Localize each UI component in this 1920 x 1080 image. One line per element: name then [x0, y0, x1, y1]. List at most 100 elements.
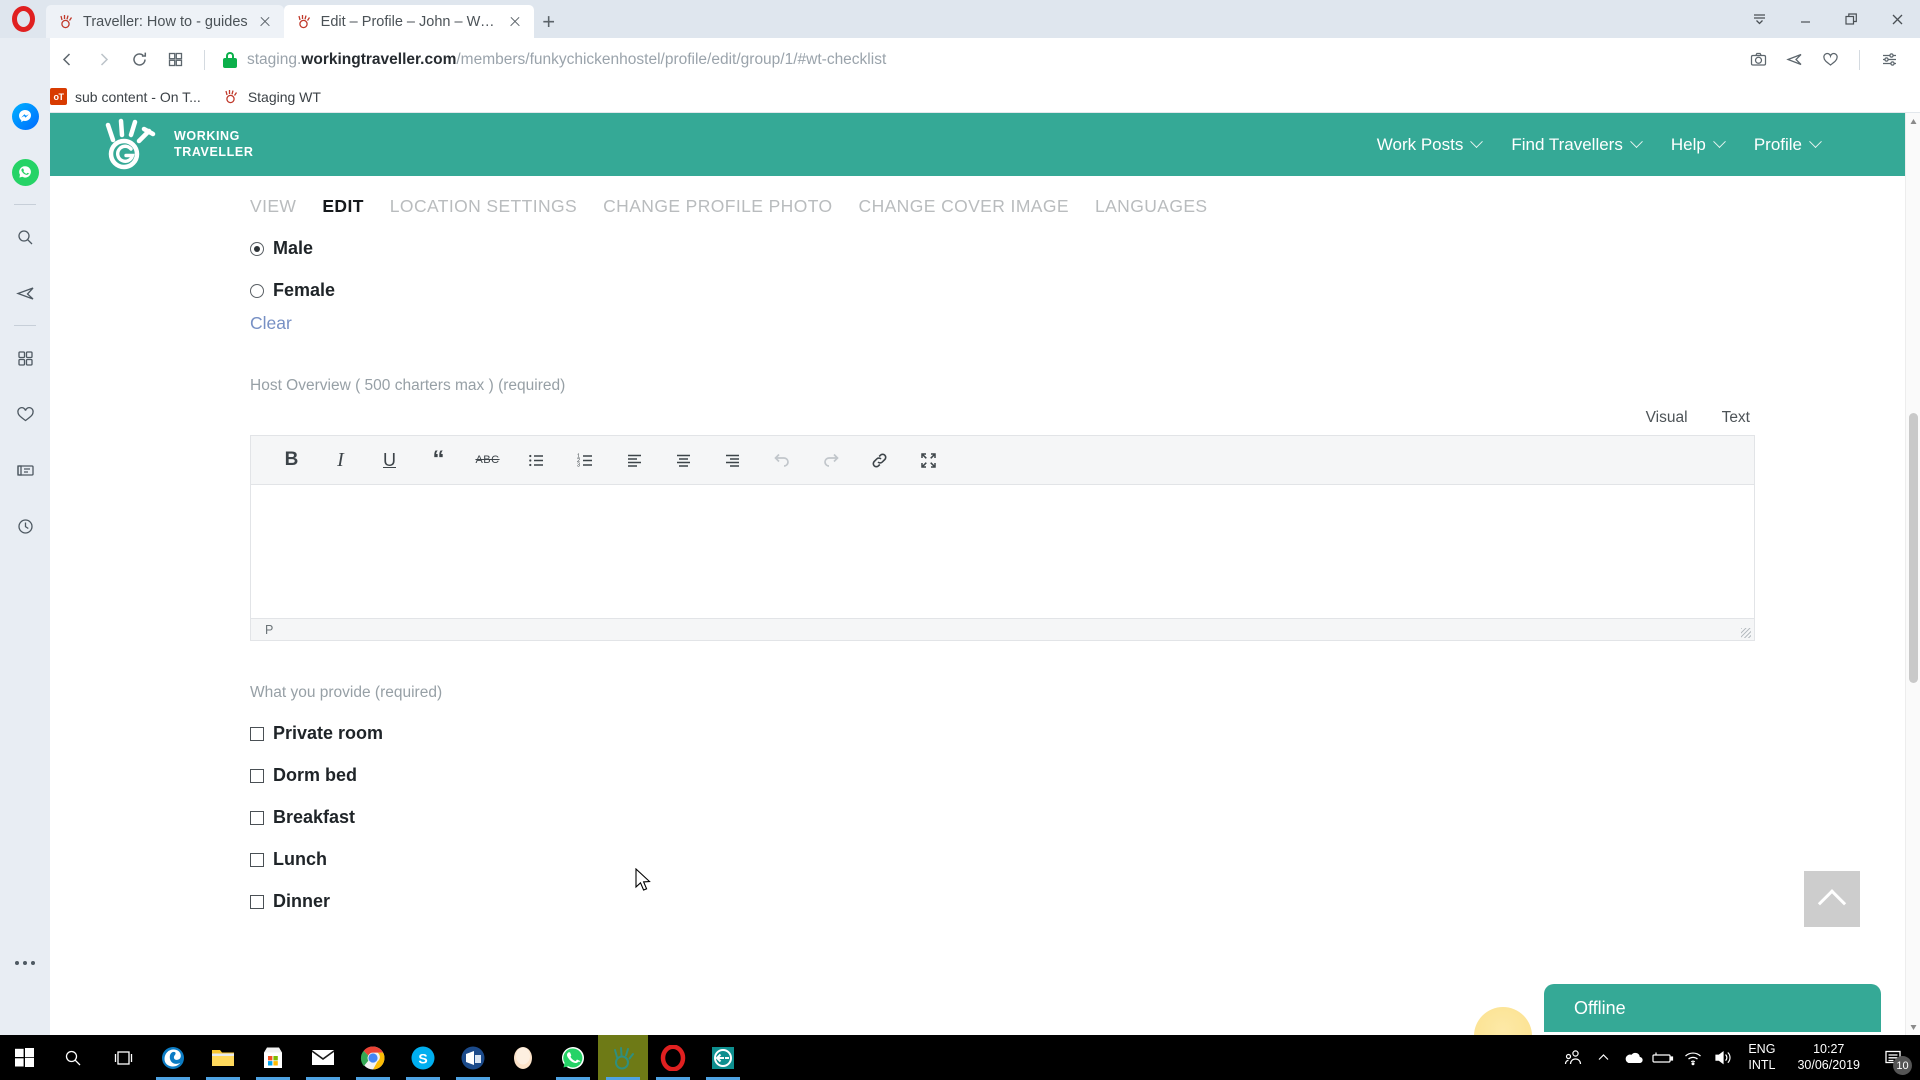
sidebar-bookmarks-heart-icon[interactable]	[0, 386, 50, 442]
taskbar-mail-icon[interactable]	[298, 1035, 348, 1080]
provide-option-dinner[interactable]: Dinner	[250, 891, 1755, 912]
back-icon[interactable]	[50, 43, 84, 77]
taskbar-file-explorer-icon[interactable]	[198, 1035, 248, 1080]
bold-icon[interactable]: B	[267, 436, 316, 485]
italic-icon[interactable]: I	[316, 436, 365, 485]
show-hidden-icons-chevron[interactable]	[1588, 1035, 1618, 1080]
editor-resize-grip[interactable]	[1741, 628, 1751, 638]
sidebar-speed-dial-icon[interactable]	[0, 330, 50, 386]
nav-item-profile[interactable]: Profile	[1754, 135, 1822, 155]
sidebar-news-icon[interactable]	[0, 442, 50, 498]
taskbar-working-traveller-icon[interactable]	[598, 1035, 648, 1080]
sidebar-more-dots-icon[interactable]	[0, 943, 50, 983]
nav-item-find-travellers[interactable]: Find Travellers	[1511, 135, 1643, 155]
checkbox-dinner[interactable]	[250, 894, 264, 909]
minimize-icon[interactable]	[1782, 0, 1828, 38]
tab-change-cover-image[interactable]: CHANGE COVER IMAGE	[859, 196, 1069, 217]
redo-icon[interactable]	[806, 436, 855, 485]
tab-menu-icon[interactable]	[1736, 0, 1782, 38]
tab-view[interactable]: VIEW	[250, 196, 296, 217]
battery-icon[interactable]	[1648, 1035, 1678, 1080]
sidebar-whatsapp-icon[interactable]	[0, 144, 50, 200]
checkbox-private-room[interactable]	[250, 726, 264, 741]
taskbar-task-view-icon[interactable]	[98, 1035, 148, 1080]
gender-option-female[interactable]: Female	[250, 280, 1755, 301]
provide-option-lunch[interactable]: Lunch	[250, 849, 1755, 870]
checkbox-breakfast[interactable]	[250, 810, 264, 825]
page-scrollbar[interactable]	[1905, 113, 1920, 1035]
taskbar-edge-icon[interactable]	[148, 1035, 198, 1080]
taskbar-photos-icon[interactable]	[498, 1035, 548, 1080]
taskbar-outlook-icon[interactable]	[448, 1035, 498, 1080]
start-button[interactable]	[0, 1035, 48, 1080]
sidebar-telegram-icon[interactable]	[0, 265, 50, 321]
radio-male[interactable]	[250, 241, 264, 256]
wifi-icon[interactable]	[1678, 1035, 1708, 1080]
send-icon[interactable]	[1777, 43, 1811, 77]
undo-icon[interactable]	[757, 436, 806, 485]
taskbar-skype-icon[interactable]: S	[398, 1035, 448, 1080]
clock[interactable]: 10:27 30/06/2019	[1785, 1042, 1872, 1073]
volume-icon[interactable]	[1708, 1035, 1738, 1080]
forward-icon[interactable]	[86, 43, 120, 77]
checkbox-lunch[interactable]	[250, 852, 264, 867]
site-logo[interactable]: WORKING TRAVELLER	[100, 118, 253, 172]
bookmark-staging-wt[interactable]: Staging WT	[223, 88, 321, 105]
notification-center-icon[interactable]: 10	[1872, 1035, 1914, 1080]
sidebar-search-icon[interactable]	[0, 209, 50, 265]
sidebar-history-clock-icon[interactable]	[0, 498, 50, 554]
tab-location-settings[interactable]: LOCATION SETTINGS	[390, 196, 577, 217]
taskbar-chrome-icon[interactable]	[348, 1035, 398, 1080]
align-right-icon[interactable]	[708, 436, 757, 485]
browser-tab-2-close-icon[interactable]	[506, 13, 524, 31]
people-icon[interactable]	[1558, 1035, 1588, 1080]
sidebar-messenger-icon[interactable]	[0, 88, 50, 144]
taskbar-microsoft-store-icon[interactable]	[248, 1035, 298, 1080]
browser-tab-2[interactable]: Edit – Profile – John – Worki	[283, 5, 534, 38]
onedrive-icon[interactable]	[1618, 1035, 1648, 1080]
taskbar-search-icon[interactable]	[48, 1035, 98, 1080]
bookmark-sub-content[interactable]: oT sub content - On T...	[50, 88, 201, 105]
blockquote-icon[interactable]: “	[414, 436, 463, 485]
restore-icon[interactable]	[1828, 0, 1874, 38]
provide-option-dorm-bed[interactable]: Dorm bed	[250, 765, 1755, 786]
bulleted-list-icon[interactable]	[512, 436, 561, 485]
nav-item-work-posts[interactable]: Work Posts	[1377, 135, 1484, 155]
browser-tab-1[interactable]: Traveller: How to - guides	[46, 5, 284, 38]
strikethrough-icon[interactable]: ABC	[463, 436, 512, 485]
scrollbar-down-arrow[interactable]	[1906, 1019, 1920, 1035]
taskbar-whatsapp-icon[interactable]	[548, 1035, 598, 1080]
easy-setup-icon[interactable]	[1872, 43, 1906, 77]
nav-item-help[interactable]: Help	[1671, 135, 1726, 155]
tab-languages[interactable]: LANGUAGES	[1095, 196, 1208, 217]
taskbar-opera-icon[interactable]	[648, 1035, 698, 1080]
address-bar[interactable]: staging.workingtraveller.com/members/fun…	[217, 43, 1739, 77]
tab-edit[interactable]: EDIT	[322, 196, 363, 217]
editor-tab-visual[interactable]: Visual	[1646, 409, 1688, 427]
provide-option-private-room[interactable]: Private room	[250, 723, 1755, 744]
insert-link-icon[interactable]	[855, 436, 904, 485]
scrollbar-up-arrow[interactable]	[1906, 113, 1920, 129]
align-center-icon[interactable]	[659, 436, 708, 485]
browser-tab-1-close-icon[interactable]	[256, 13, 274, 31]
host-overview-textarea[interactable]	[251, 485, 1754, 618]
provide-option-breakfast[interactable]: Breakfast	[250, 807, 1755, 828]
keyboard-language-indicator[interactable]: ENG INTL	[1738, 1042, 1785, 1073]
new-tab-button[interactable]: +	[534, 5, 564, 38]
snapshot-camera-icon[interactable]	[1741, 43, 1775, 77]
tab-grid-icon[interactable]	[158, 43, 192, 77]
numbered-list-icon[interactable]: 123	[561, 436, 610, 485]
reload-icon[interactable]	[122, 43, 156, 77]
tab-change-profile-photo[interactable]: CHANGE PROFILE PHOTO	[603, 196, 832, 217]
align-left-icon[interactable]	[610, 436, 659, 485]
clear-gender-link[interactable]: Clear	[250, 313, 292, 334]
heart-icon[interactable]	[1813, 43, 1847, 77]
close-icon[interactable]	[1874, 0, 1920, 38]
scrollbar-thumb[interactable]	[1909, 413, 1918, 683]
chat-widget-offline[interactable]: Offline	[1544, 984, 1881, 1032]
radio-female[interactable]	[250, 283, 264, 298]
taskbar-teamviewer-icon[interactable]	[698, 1035, 748, 1080]
editor-tab-text[interactable]: Text	[1722, 409, 1750, 427]
underline-icon[interactable]: U	[365, 436, 414, 485]
scroll-to-top-button[interactable]	[1804, 871, 1860, 927]
